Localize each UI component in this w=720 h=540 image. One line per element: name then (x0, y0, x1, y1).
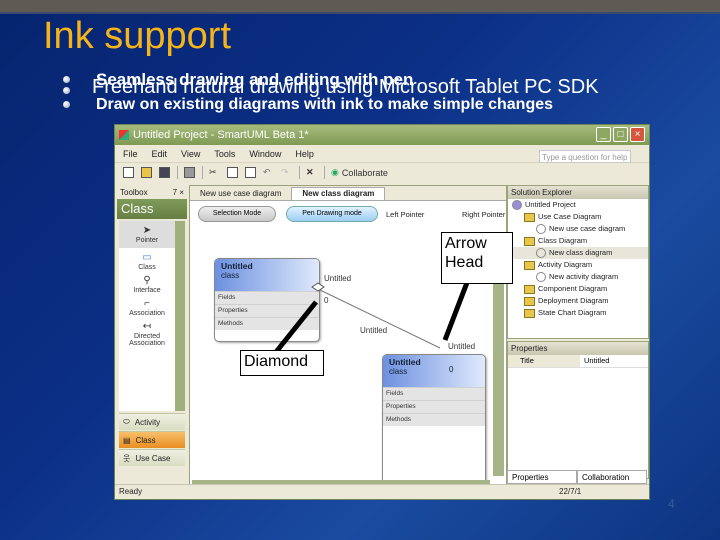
annotation-overlay (274, 279, 471, 354)
page-number: 4 (668, 497, 675, 511)
association-line (317, 288, 441, 349)
diamond-callout: Diamond (240, 350, 324, 376)
diamond-callout-arrow (274, 300, 318, 354)
aggregation-diamond (311, 282, 325, 292)
arrow-head-callout: Arrow Head (441, 232, 513, 284)
arrowhead-callout-arrow (442, 279, 471, 341)
